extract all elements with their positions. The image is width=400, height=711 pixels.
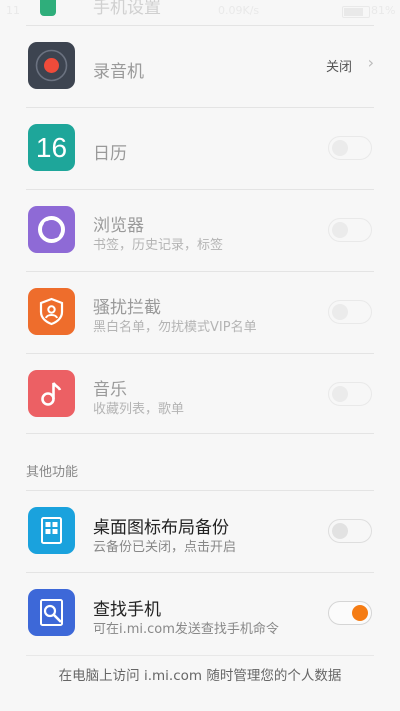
row-calendar[interactable]: 16 日历 bbox=[0, 107, 400, 189]
row-recorder[interactable]: 录音机 关闭 › bbox=[0, 25, 400, 107]
browser-icon bbox=[28, 206, 75, 253]
row-title: 录音机 bbox=[93, 62, 144, 82]
row-title: 音乐 bbox=[93, 380, 127, 400]
row-harass-block[interactable]: 骚扰拦截 黑白名单，勿扰模式VIP名单 bbox=[0, 271, 400, 353]
battery-icon bbox=[342, 6, 370, 18]
divider bbox=[26, 433, 374, 434]
recorder-status-value: 关闭 bbox=[325, 60, 352, 75]
harass-block-icon bbox=[28, 288, 75, 335]
find-phone-icon bbox=[28, 589, 75, 636]
row-subtitle: 书签，历史记录，标签 bbox=[93, 238, 224, 253]
screen: 11 0.09K/s 81% 手机设置 录音机 关闭 › 16 日历 浏览器 书… bbox=[0, 0, 400, 711]
status-bar: 11 0.09K/s 81% bbox=[0, 0, 400, 24]
recorder-icon bbox=[28, 42, 75, 89]
status-time: 11 bbox=[6, 4, 20, 17]
row-subtitle: 收藏列表，歌单 bbox=[93, 402, 185, 417]
row-title: 桌面图标布局备份 bbox=[93, 518, 229, 538]
battery-percent: 81% bbox=[371, 4, 396, 17]
network-speed: 0.09K/s bbox=[218, 4, 260, 17]
row-browser[interactable]: 浏览器 书签，历史记录，标签 bbox=[0, 189, 400, 271]
row-subtitle: 云备份已关闭，点击开启 bbox=[93, 540, 237, 555]
music-toggle[interactable] bbox=[328, 382, 372, 406]
desktop-backup-toggle[interactable] bbox=[328, 519, 372, 543]
row-desktop-backup[interactable]: 桌面图标布局备份 云备份已关闭，点击开启 bbox=[0, 490, 400, 572]
calendar-toggle[interactable] bbox=[328, 136, 372, 160]
calendar-icon-day: 16 bbox=[35, 131, 68, 163]
calendar-icon: 16 bbox=[28, 124, 75, 171]
footer-text: 在电脑上访问 i.mi.com 随时管理您的个人数据 bbox=[58, 668, 342, 684]
row-title: 骚扰拦截 bbox=[93, 298, 161, 318]
row-title: 查找手机 bbox=[93, 600, 161, 620]
find-phone-toggle[interactable] bbox=[328, 601, 372, 625]
desktop-backup-icon bbox=[28, 507, 75, 554]
harass-block-toggle[interactable] bbox=[328, 300, 372, 324]
divider bbox=[26, 655, 374, 656]
row-title: 日历 bbox=[93, 144, 127, 164]
chevron-right-icon: › bbox=[367, 53, 374, 72]
row-subtitle: 黑白名单，勿扰模式VIP名单 bbox=[93, 320, 257, 335]
section-label-other: 其他功能 bbox=[26, 465, 79, 480]
browser-toggle[interactable] bbox=[328, 218, 372, 242]
row-find-phone[interactable]: 查找手机 可在i.mi.com发送查找手机命令 bbox=[0, 572, 400, 654]
music-icon bbox=[28, 370, 75, 417]
row-title: 浏览器 bbox=[93, 216, 144, 236]
row-subtitle: 可在i.mi.com发送查找手机命令 bbox=[93, 622, 279, 637]
row-music[interactable]: 音乐 收藏列表，歌单 bbox=[0, 353, 400, 435]
